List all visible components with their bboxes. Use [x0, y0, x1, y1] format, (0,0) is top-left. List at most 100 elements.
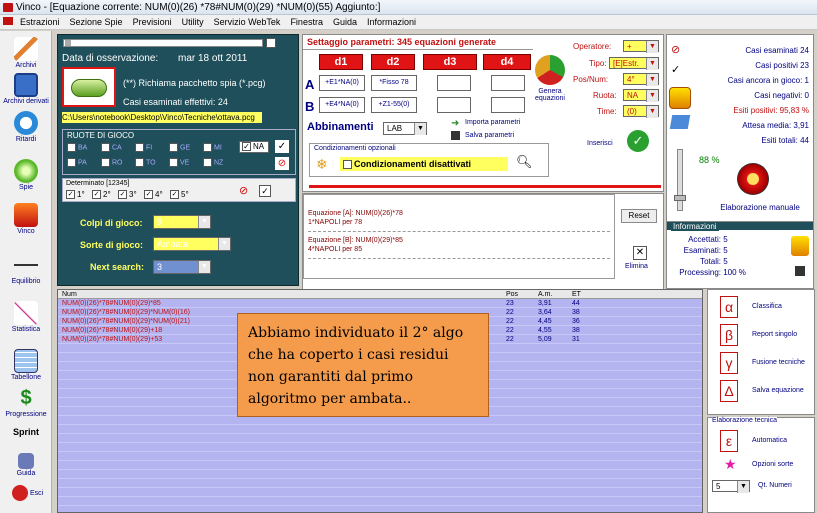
- elimina-icon[interactable]: ✕: [633, 246, 647, 260]
- genera-icon[interactable]: [535, 55, 565, 85]
- report-icon[interactable]: β: [720, 324, 738, 346]
- sidebar-item-equilibrio[interactable]: Equilibrio: [0, 253, 52, 285]
- elaborazione-label[interactable]: Elaborazione manuale: [711, 203, 809, 212]
- sidebar-item-spie[interactable]: Spie: [0, 159, 52, 191]
- sidebar-item-statistica[interactable]: Statistica: [0, 301, 52, 333]
- ruota-na[interactable]: ✓ NA: [239, 141, 269, 153]
- row-b-d4[interactable]: [491, 97, 525, 113]
- elaborazione-button[interactable]: [737, 163, 769, 195]
- classifica-icon[interactable]: α: [720, 296, 738, 318]
- spy-package-button[interactable]: [62, 67, 116, 107]
- salva-eq-label[interactable]: Salva equazione: [752, 387, 804, 394]
- sidebar-item-archivi[interactable]: Archivi: [0, 37, 52, 69]
- menu-informazioni[interactable]: Informazioni: [362, 15, 421, 30]
- row-a-d2[interactable]: *Fisso 78: [371, 75, 417, 91]
- cond-value[interactable]: Condizionamenti disattivati: [340, 157, 508, 171]
- menu-previsioni[interactable]: Previsioni: [128, 15, 177, 30]
- automatica-label[interactable]: Automatica: [752, 437, 787, 444]
- salva-link[interactable]: Salva parametri: [465, 132, 514, 139]
- tab-d2[interactable]: d2: [371, 54, 415, 70]
- row-a-d3[interactable]: [437, 75, 471, 91]
- menu-finestra[interactable]: Finestra: [285, 15, 328, 30]
- abbinamenti-select[interactable]: LAB: [383, 122, 427, 135]
- import-icon[interactable]: ➜: [451, 118, 459, 129]
- det-check-all-button[interactable]: ✓: [259, 185, 271, 197]
- menu-sezione-spie[interactable]: Sezione Spie: [65, 15, 128, 30]
- col-num[interactable]: Num: [62, 290, 77, 299]
- operatore-select[interactable]: +: [623, 40, 659, 53]
- report-label[interactable]: Report singolo: [752, 331, 797, 338]
- elimina-label[interactable]: Elimina: [625, 263, 648, 270]
- ruota-ba[interactable]: BA: [67, 143, 101, 152]
- row-b-d1[interactable]: +E4*NA(0): [319, 97, 365, 113]
- row-b-d3[interactable]: [437, 97, 471, 113]
- equations-text[interactable]: Equazione [A]: NUM(0)(26)*78 1*NAPOLI pe…: [303, 194, 615, 279]
- col-pos[interactable]: Pos: [506, 290, 518, 299]
- automatica-icon[interactable]: ε: [720, 430, 738, 452]
- tab-d4[interactable]: d4: [483, 54, 531, 70]
- sidebar-item-ritardi[interactable]: Ritardi: [0, 111, 52, 143]
- search-icon[interactable]: 🔍︎: [516, 154, 533, 170]
- star-icon[interactable]: ★: [724, 456, 737, 473]
- genera-label[interactable]: Genera equazioni: [529, 88, 571, 102]
- tab-d3[interactable]: d3: [423, 54, 477, 70]
- tipo-select[interactable]: [E]Estr.: [609, 57, 659, 70]
- fusione-icon[interactable]: γ: [720, 352, 738, 374]
- ruote-check-all-button[interactable]: ✓: [275, 140, 289, 153]
- det-clear-icon[interactable]: ⊘: [239, 185, 251, 197]
- ruota-to[interactable]: TO: [135, 158, 169, 167]
- det-5[interactable]: ✓ 5°: [170, 190, 196, 200]
- sorte-select[interactable]: Ambata: [153, 237, 231, 251]
- inserisci-button[interactable]: ✓: [627, 130, 649, 152]
- salva-eq-icon[interactable]: Δ: [720, 380, 738, 402]
- det-2[interactable]: ✓ 2°: [92, 190, 118, 200]
- ruota-ro[interactable]: RO: [101, 158, 135, 167]
- menu-servizio-webtek[interactable]: Servizio WebTek: [209, 15, 286, 30]
- ruota-mi[interactable]: MI: [203, 143, 231, 152]
- ruota-pa[interactable]: PA: [67, 158, 101, 167]
- progress-thumb[interactable]: [674, 195, 686, 201]
- sidebar-item-sprint[interactable]: Sprint: [0, 427, 52, 437]
- slider-thumb[interactable]: [65, 40, 71, 46]
- row-b-d2[interactable]: +Z1-55(0): [371, 97, 417, 113]
- ruota-ge[interactable]: GE: [169, 143, 203, 152]
- fusione-label[interactable]: Fusione tecniche: [752, 359, 805, 366]
- next-select[interactable]: 3: [153, 260, 211, 274]
- ruota-nz[interactable]: NZ: [203, 158, 231, 167]
- sidebar-item-guida[interactable]: Guida: [0, 453, 52, 477]
- ruota-fi[interactable]: FI: [135, 143, 169, 152]
- info-save-icon[interactable]: [795, 266, 805, 276]
- sidebar-item-archivi-derivati[interactable]: Archivi derivati: [0, 73, 52, 105]
- app-menu-icon[interactable]: [3, 17, 13, 25]
- col-am[interactable]: A.m.: [538, 290, 552, 299]
- classifica-label[interactable]: Classifica: [752, 303, 782, 310]
- ruote-clear-button[interactable]: ⊘: [275, 157, 289, 170]
- posnum-select[interactable]: 4°: [623, 73, 659, 86]
- sidebar-item-esci[interactable]: Esci: [0, 485, 52, 501]
- importa-link[interactable]: Importa parametri: [465, 119, 520, 126]
- det-3[interactable]: ✓ 3°: [118, 190, 144, 200]
- progress-slider[interactable]: [674, 149, 686, 211]
- date-slider[interactable]: [63, 39, 263, 47]
- sidebar-item-vinco[interactable]: Vinco: [0, 203, 52, 235]
- sidebar-item-tabellone[interactable]: Tabellone: [0, 349, 52, 381]
- inserisci-label[interactable]: Inserisci: [587, 140, 613, 147]
- qt-select[interactable]: 5: [712, 480, 750, 493]
- menu-guida[interactable]: Guida: [328, 15, 362, 30]
- ruota-ca[interactable]: CA: [101, 143, 135, 152]
- date-nav-button[interactable]: [266, 38, 276, 48]
- row-a-d1[interactable]: +E1*NA(0): [319, 75, 365, 91]
- ruota-ve[interactable]: VE: [169, 158, 203, 167]
- menu-utility[interactable]: Utility: [177, 15, 209, 30]
- colpi-select[interactable]: 9: [153, 215, 211, 229]
- sidebar-item-progressione[interactable]: $ Progressione: [0, 386, 52, 418]
- opzioni-label[interactable]: Opzioni sorte: [752, 461, 793, 468]
- ruota-select[interactable]: NA: [623, 89, 659, 102]
- time-select[interactable]: (0): [623, 105, 659, 118]
- menu-estrazioni[interactable]: Estrazioni: [15, 15, 65, 30]
- det-1[interactable]: ✓ 1°: [66, 190, 92, 200]
- save-icon[interactable]: [451, 131, 460, 140]
- col-et[interactable]: ET: [572, 290, 581, 299]
- table-row[interactable]: NUM(0)(26)*78#NUM(0)(29)*85 23 3,91 44: [58, 299, 702, 308]
- det-4[interactable]: ✓ 4°: [144, 190, 170, 200]
